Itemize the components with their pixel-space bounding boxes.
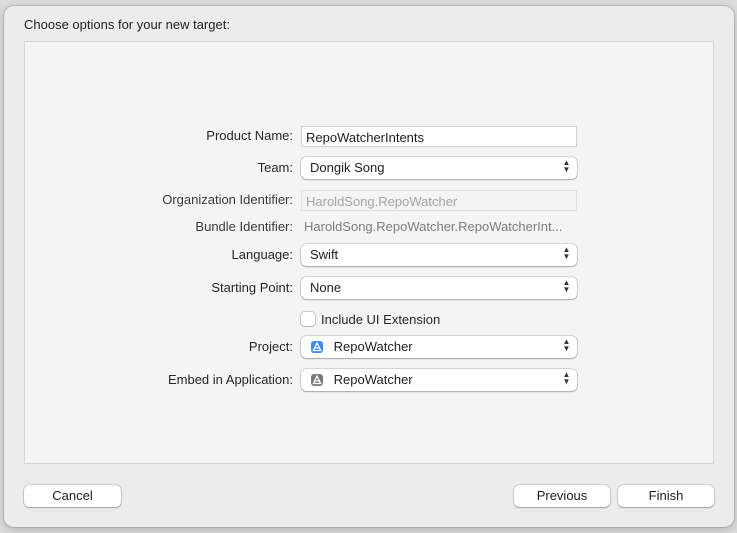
xcode-project-icon — [311, 341, 323, 353]
organization-identifier-field[interactable]: HaroldSong.RepoWatcher — [301, 190, 577, 211]
dialog-title: Choose options for your new target: — [24, 17, 230, 32]
include-ui-extension-checkbox[interactable] — [301, 312, 315, 326]
options-panel: Product Name: RepoWatcherIntents Team: D… — [24, 41, 714, 464]
chevron-updown-icon: ▲ ▼ — [562, 278, 571, 294]
embed-in-application-label: Embed in Application: — [167, 372, 293, 387]
chevron-updown-icon: ▲ ▼ — [562, 370, 571, 386]
embed-in-application-value: RepoWatcher — [333, 372, 413, 387]
product-name-row: Product Name: RepoWatcherIntents — [25, 124, 715, 148]
bundle-identifier-row: Bundle Identifier: HaroldSong.RepoWatche… — [25, 215, 715, 239]
project-popup[interactable]: RepoWatcher ▲ ▼ — [301, 336, 577, 358]
chevron-updown-icon: ▲ ▼ — [562, 158, 571, 174]
team-row: Team: Dongik Song ▲ ▼ — [25, 156, 715, 180]
project-label: Project: — [248, 339, 293, 354]
bundle-identifier-value: HaroldSong.RepoWatcher.RepoWatcherInt... — [304, 219, 563, 234]
include-ui-extension-label[interactable]: Include UI Extension — [321, 312, 440, 327]
project-value: RepoWatcher — [333, 339, 413, 354]
organization-identifier-label: Organization Identifier: — [162, 192, 293, 207]
team-label: Team: — [257, 160, 293, 175]
language-label: Language: — [231, 247, 293, 262]
language-value: Swift — [310, 247, 339, 262]
chevron-updown-icon: ▲ ▼ — [562, 337, 571, 353]
cancel-button[interactable]: Cancel — [24, 485, 121, 507]
chevron-updown-icon: ▲ ▼ — [562, 245, 571, 261]
product-name-field[interactable]: RepoWatcherIntents — [301, 126, 577, 147]
language-popup[interactable]: Swift ▲ ▼ — [301, 244, 577, 266]
embed-in-application-row: Embed in Application: RepoWatcher ▲ ▼ — [25, 368, 715, 392]
include-ui-extension-row: Include UI Extension — [25, 307, 715, 331]
language-row: Language: Swift ▲ ▼ — [25, 243, 715, 267]
finish-button[interactable]: Finish — [618, 485, 714, 507]
team-value: Dongik Song — [310, 160, 385, 175]
starting-point-label: Starting Point: — [211, 280, 293, 295]
embed-in-application-popup[interactable]: RepoWatcher ▲ ▼ — [301, 369, 577, 391]
product-name-label: Product Name: — [206, 128, 293, 143]
starting-point-row: Starting Point: None ▲ ▼ — [25, 276, 715, 300]
new-target-dialog: Choose options for your new target: Prod… — [4, 6, 734, 527]
previous-button[interactable]: Previous — [514, 485, 610, 507]
app-target-icon — [311, 374, 323, 386]
bundle-identifier-label: Bundle Identifier: — [195, 219, 293, 234]
project-row: Project: RepoWatcher ▲ ▼ — [25, 335, 715, 359]
starting-point-value: None — [310, 280, 342, 295]
organization-identifier-row: Organization Identifier: HaroldSong.Repo… — [25, 188, 715, 212]
team-popup[interactable]: Dongik Song ▲ ▼ — [301, 157, 577, 179]
starting-point-popup[interactable]: None ▲ ▼ — [301, 277, 577, 299]
